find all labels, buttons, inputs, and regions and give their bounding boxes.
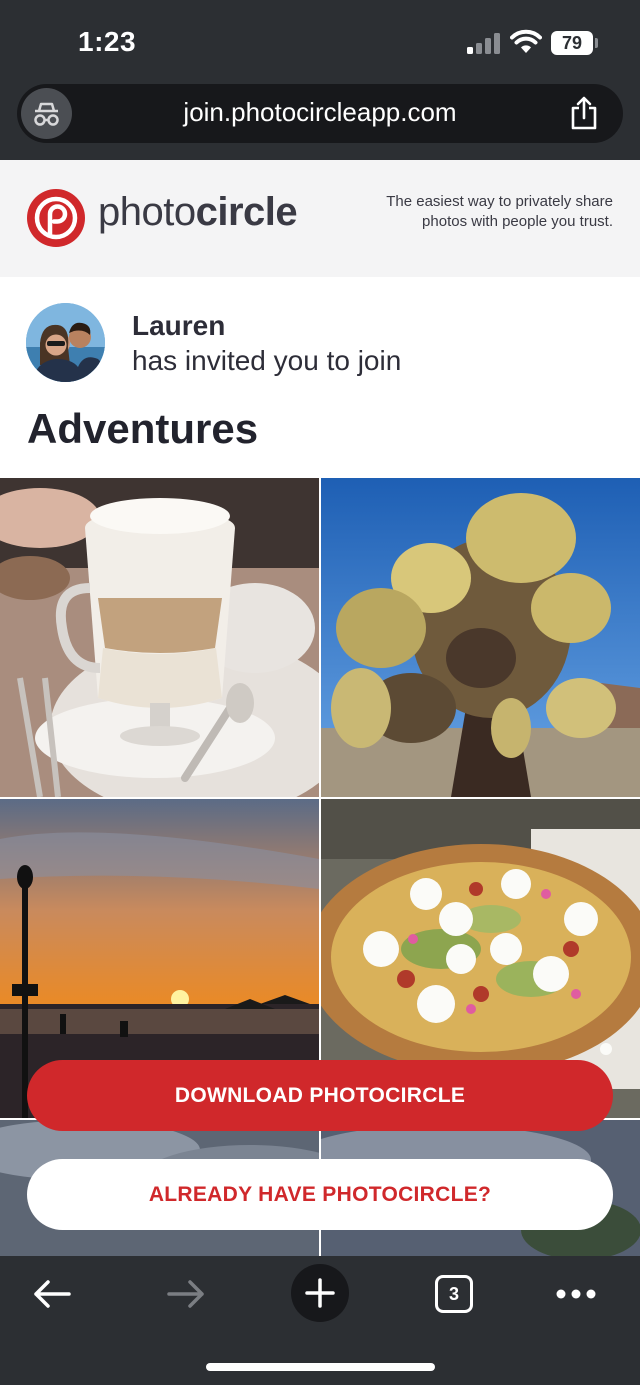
home-indicator[interactable]: [206, 1363, 435, 1371]
download-photocircle-button[interactable]: DOWNLOAD PHOTOCIRCLE: [27, 1060, 613, 1131]
tagline: The easiest way to privately share photo…: [386, 193, 613, 230]
photocircle-wordmark: photocircle: [98, 190, 298, 234]
battery-indicator: 79: [551, 31, 593, 55]
forward-arrow-icon[interactable]: [166, 1278, 206, 1310]
status-time: 1:23: [78, 26, 137, 57]
battery-cap: [595, 38, 598, 48]
invite-text: has invited you to join: [132, 345, 402, 376]
plus-icon: [305, 1278, 335, 1308]
new-tab-button[interactable]: [291, 1264, 349, 1322]
inviter-avatar: [26, 303, 105, 382]
circle-title: Adventures: [27, 405, 259, 452]
status-bar: 1:23 79: [0, 0, 640, 84]
photocircle-logo-icon: [27, 189, 85, 247]
url-text[interactable]: join.photocircleapp.com: [17, 97, 623, 128]
address-bar[interactable]: join.photocircleapp.com: [17, 84, 623, 143]
more-icon[interactable]: [556, 1288, 596, 1300]
back-arrow-icon[interactable]: [32, 1278, 72, 1310]
brand-header: photocircle The easiest way to privately…: [0, 160, 640, 277]
photo-tile-cactus[interactable]: [321, 478, 640, 797]
tabs-icon[interactable]: 3: [435, 1275, 473, 1313]
share-icon[interactable]: [569, 96, 599, 130]
already-have-photocircle-button[interactable]: ALREADY HAVE PHOTOCIRCLE?: [27, 1159, 613, 1230]
web-content: photocircle The easiest way to privately…: [0, 160, 640, 1256]
inviter-name: Lauren: [132, 310, 226, 341]
wifi-icon: [510, 29, 542, 53]
photo-tile-latte[interactable]: [0, 478, 319, 797]
cellular-signal-icon: [467, 32, 501, 54]
